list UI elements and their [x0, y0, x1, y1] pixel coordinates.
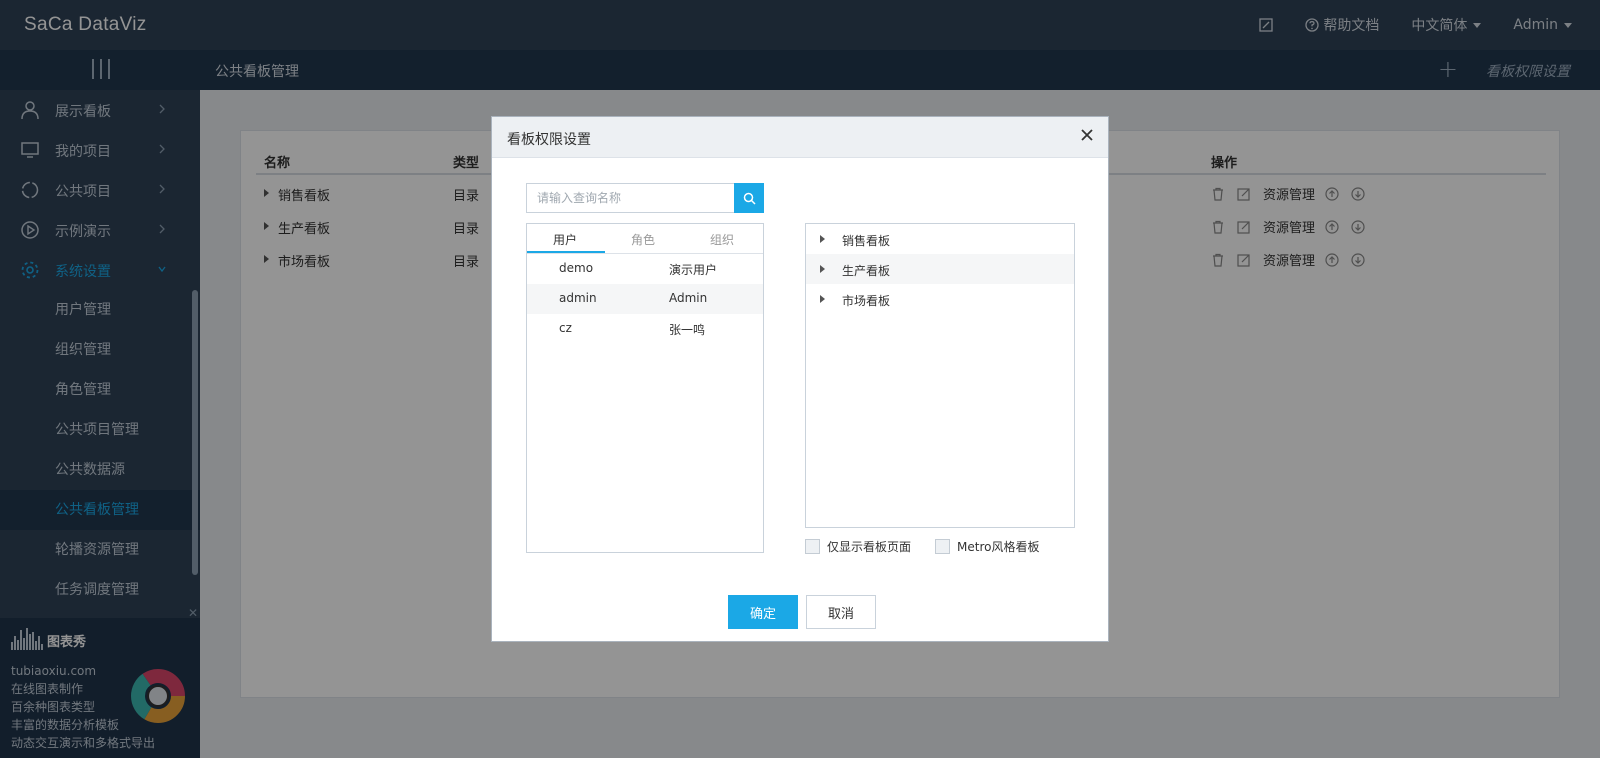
user-id: cz	[559, 321, 572, 335]
dialog-title: 看板权限设置	[507, 132, 591, 148]
user-id: demo	[559, 261, 594, 275]
tab-organizations[interactable]: 组织	[710, 231, 734, 248]
active-tab-indicator	[527, 251, 605, 253]
metro-style-checkbox[interactable]: Metro风格看板	[935, 538, 1039, 555]
list-item[interactable]: admin Admin	[527, 284, 763, 314]
user-name: Admin	[669, 291, 708, 305]
search-button[interactable]	[734, 183, 764, 213]
checkbox-box[interactable]	[805, 539, 820, 554]
list-item[interactable]: demo 演示用户	[527, 254, 763, 284]
principal-tabs: 用户 角色 组织	[527, 224, 763, 254]
list-item[interactable]: cz 张一鸣	[527, 314, 763, 344]
expand-arrow-icon[interactable]	[820, 265, 825, 273]
cancel-button[interactable]: 取消	[806, 595, 876, 629]
user-id: admin	[559, 291, 597, 305]
checkbox-label: Metro风格看板	[957, 540, 1040, 554]
tree-node-label: 生产看板	[842, 264, 891, 278]
tree-node-label: 市场看板	[842, 294, 891, 308]
filter-options: 仅显示看板页面 Metro风格看板	[805, 538, 1063, 555]
search-input[interactable]	[526, 183, 734, 213]
expand-arrow-icon[interactable]	[820, 295, 825, 303]
board-permission-dialog: 看板权限设置 用户 角色 组织 demo 演示用户 admin Admin cz…	[491, 116, 1109, 642]
expand-arrow-icon[interactable]	[820, 235, 825, 243]
tree-node[interactable]: 销售看板	[806, 224, 1074, 254]
tree-node[interactable]: 市场看板	[806, 284, 1074, 314]
principal-list-panel: 用户 角色 组织 demo 演示用户 admin Admin cz 张一鸣	[526, 223, 764, 553]
tree-node[interactable]: 生产看板	[806, 254, 1074, 284]
tab-roles[interactable]: 角色	[631, 231, 655, 248]
only-pages-checkbox[interactable]: 仅显示看板页面	[805, 538, 911, 555]
confirm-button[interactable]: 确定	[728, 595, 798, 629]
board-tree-panel: 销售看板 生产看板 市场看板	[805, 223, 1075, 528]
user-name: 张一鸣	[669, 323, 706, 337]
dialog-header: 看板权限设置	[492, 117, 1108, 158]
checkbox-box[interactable]	[935, 539, 951, 554]
close-icon[interactable]	[1080, 128, 1094, 142]
tree-node-label: 销售看板	[842, 234, 891, 248]
search-icon	[743, 192, 756, 205]
user-name: 演示用户	[669, 263, 718, 277]
tab-users[interactable]: 用户	[553, 231, 577, 248]
checkbox-label: 仅显示看板页面	[827, 540, 912, 554]
